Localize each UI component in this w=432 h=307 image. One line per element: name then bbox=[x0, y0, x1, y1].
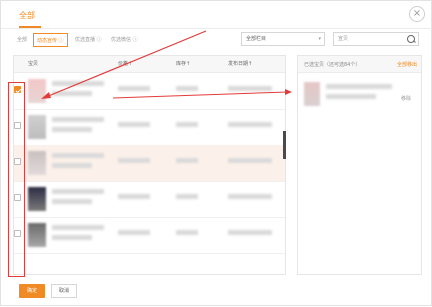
arrow-to-selected bbox=[112, 91, 288, 99]
cancel-button[interactable]: 取消 bbox=[51, 284, 77, 298]
arrow-head-left bbox=[41, 92, 51, 99]
arrow-head-right bbox=[285, 89, 292, 95]
select-items-dialog: 全部 × 全部 动态宣传 ⓘ 优选直播 ⓘ 优选微信 ⓘ 全部栏目 ▾ 宣贝 宝… bbox=[0, 0, 432, 306]
confirm-button[interactable]: 确定 bbox=[19, 284, 45, 298]
annotation-arrows bbox=[41, 30, 292, 99]
arrow-to-checkbox bbox=[45, 30, 207, 98]
